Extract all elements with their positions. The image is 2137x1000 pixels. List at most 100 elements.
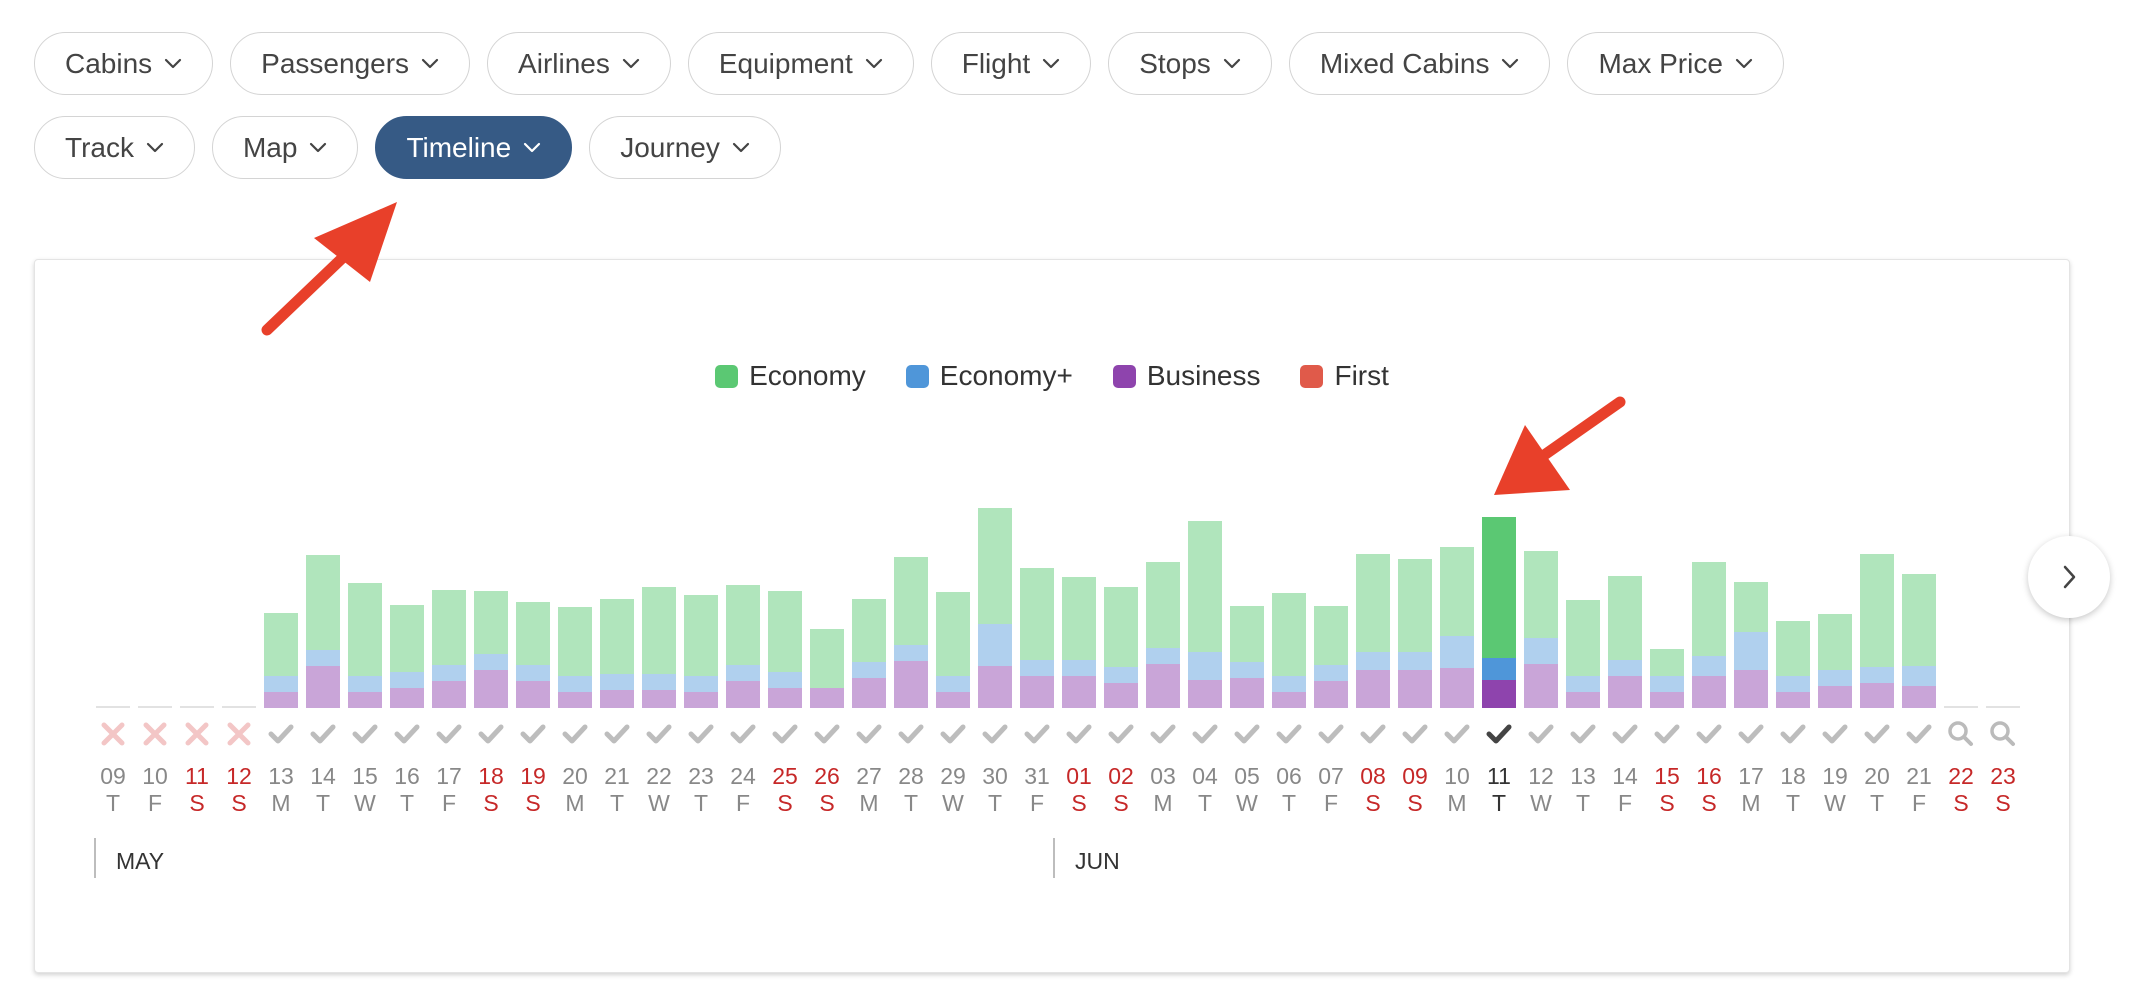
- bar-business[interactable]: [1650, 692, 1684, 708]
- bar-economy[interactable]: [684, 595, 718, 676]
- date-label[interactable]: 20: [1864, 763, 1890, 789]
- bar-economy-plus[interactable]: [1062, 660, 1096, 676]
- date-label[interactable]: 19: [1822, 763, 1848, 789]
- available-check-icon[interactable]: [1402, 724, 1428, 744]
- bar-economy-plus[interactable]: [516, 665, 550, 681]
- date-label[interactable]: 27: [856, 763, 882, 789]
- bar-economy-plus[interactable]: [1902, 666, 1936, 686]
- date-label[interactable]: 09: [1402, 763, 1428, 789]
- track-filter-button[interactable]: Track: [34, 116, 195, 179]
- bar-business[interactable]: [936, 692, 970, 708]
- date-label[interactable]: 12: [226, 763, 252, 789]
- bar-economy[interactable]: [432, 590, 466, 665]
- date-label[interactable]: 18: [478, 763, 504, 789]
- bar-economy-plus[interactable]: [1398, 652, 1432, 670]
- available-check-icon[interactable]: [1150, 724, 1176, 744]
- bar-economy[interactable]: [390, 605, 424, 672]
- bar-business[interactable]: [348, 692, 382, 708]
- bar-business[interactable]: [1104, 683, 1138, 708]
- bar-economy-plus[interactable]: [1230, 662, 1264, 678]
- available-check-icon[interactable]: [1780, 724, 1806, 744]
- bar-economy[interactable]: [1230, 606, 1264, 662]
- bar-economy[interactable]: [1818, 614, 1852, 670]
- available-check-icon[interactable]: [772, 724, 798, 744]
- available-check-icon[interactable]: [1864, 724, 1890, 744]
- bar-economy-plus[interactable]: [726, 665, 760, 681]
- available-check-icon[interactable]: [1276, 724, 1302, 744]
- bar-economy-plus[interactable]: [600, 674, 634, 690]
- available-check-icon[interactable]: [604, 724, 630, 744]
- bar-economy[interactable]: [516, 602, 550, 665]
- date-label[interactable]: 19: [520, 763, 546, 789]
- timeline-next-button[interactable]: [2028, 536, 2110, 618]
- bar-business[interactable]: [1230, 678, 1264, 708]
- date-label[interactable]: 15: [1654, 763, 1680, 789]
- bar-economy-plus[interactable]: [684, 676, 718, 692]
- date-label[interactable]: 25: [772, 763, 798, 789]
- flight-filter-button[interactable]: Flight: [930, 32, 1092, 95]
- available-check-icon[interactable]: [310, 724, 336, 744]
- bar-economy[interactable]: [1062, 577, 1096, 660]
- bar-economy[interactable]: [306, 555, 340, 650]
- available-check-icon[interactable]: [940, 724, 966, 744]
- bar-business[interactable]: [516, 681, 550, 708]
- date-label[interactable]: 15: [352, 763, 378, 789]
- bar-economy-plus[interactable]: [1524, 638, 1558, 664]
- bar-economy-plus[interactable]: [1566, 676, 1600, 692]
- timeline-filter-button[interactable]: Timeline: [375, 116, 573, 179]
- date-label[interactable]: 29: [940, 763, 966, 789]
- bar-economy-plus[interactable]: [1188, 652, 1222, 680]
- available-check-icon[interactable]: [520, 724, 546, 744]
- date-label[interactable]: 08: [1360, 763, 1386, 789]
- bar-economy-plus[interactable]: [1608, 660, 1642, 676]
- bar-business[interactable]: [1692, 676, 1726, 708]
- bar-business[interactable]: [1566, 692, 1600, 708]
- bar-economy[interactable]: [264, 613, 298, 676]
- cabins-filter-button[interactable]: Cabins: [34, 32, 214, 95]
- available-check-icon[interactable]: [1234, 724, 1260, 744]
- bar-business[interactable]: [894, 661, 928, 708]
- bar-business[interactable]: [768, 688, 802, 708]
- available-check-icon[interactable]: [1906, 724, 1932, 744]
- date-label[interactable]: 16: [1696, 763, 1722, 789]
- available-check-icon[interactable]: [268, 724, 294, 744]
- bar-economy-plus[interactable]: [1692, 656, 1726, 676]
- available-check-icon[interactable]: [1444, 724, 1470, 744]
- date-label[interactable]: 12: [1528, 763, 1554, 789]
- bar-business[interactable]: [264, 692, 298, 708]
- bar-economy[interactable]: [1104, 587, 1138, 667]
- date-label[interactable]: 11: [1487, 763, 1511, 789]
- bar-business[interactable]: [474, 670, 508, 708]
- date-label[interactable]: 14: [310, 763, 336, 789]
- bar-economy[interactable]: [1524, 551, 1558, 638]
- bar-business[interactable]: [642, 690, 676, 708]
- bar-economy-plus[interactable]: [852, 662, 886, 678]
- date-label[interactable]: 04: [1192, 763, 1218, 789]
- bar-economy-plus[interactable]: [390, 672, 424, 688]
- bar-business[interactable]: [1272, 692, 1306, 708]
- bar-economy[interactable]: [726, 585, 760, 665]
- bar-business[interactable]: [558, 692, 592, 708]
- available-check-icon[interactable]: [1570, 724, 1596, 744]
- stops-filter-button[interactable]: Stops: [1108, 32, 1272, 95]
- bar-business[interactable]: [1902, 686, 1936, 708]
- journey-filter-button[interactable]: Journey: [589, 116, 781, 179]
- bar-economy[interactable]: [1902, 574, 1936, 666]
- bar-economy[interactable]: [1440, 547, 1474, 636]
- bar-economy-plus[interactable]: [432, 665, 466, 681]
- bar-economy-plus[interactable]: [1734, 632, 1768, 670]
- bar-business[interactable]: [978, 666, 1012, 708]
- available-check-icon[interactable]: [688, 724, 714, 744]
- bar-economy[interactable]: [1398, 559, 1432, 652]
- available-check-icon[interactable]: [1066, 724, 1092, 744]
- mixed-cabins-filter-button[interactable]: Mixed Cabins: [1288, 32, 1551, 95]
- date-label[interactable]: 22: [646, 763, 672, 789]
- bar-economy[interactable]: [348, 583, 382, 676]
- bar-economy[interactable]: [852, 599, 886, 662]
- bar-economy[interactable]: [1734, 582, 1768, 632]
- available-check-icon[interactable]: [478, 724, 504, 744]
- bar-economy-plus[interactable]: [1272, 676, 1306, 692]
- available-check-icon[interactable]: [1024, 724, 1050, 744]
- bar-business[interactable]: [1020, 676, 1054, 708]
- bar-economy[interactable]: [1356, 554, 1390, 652]
